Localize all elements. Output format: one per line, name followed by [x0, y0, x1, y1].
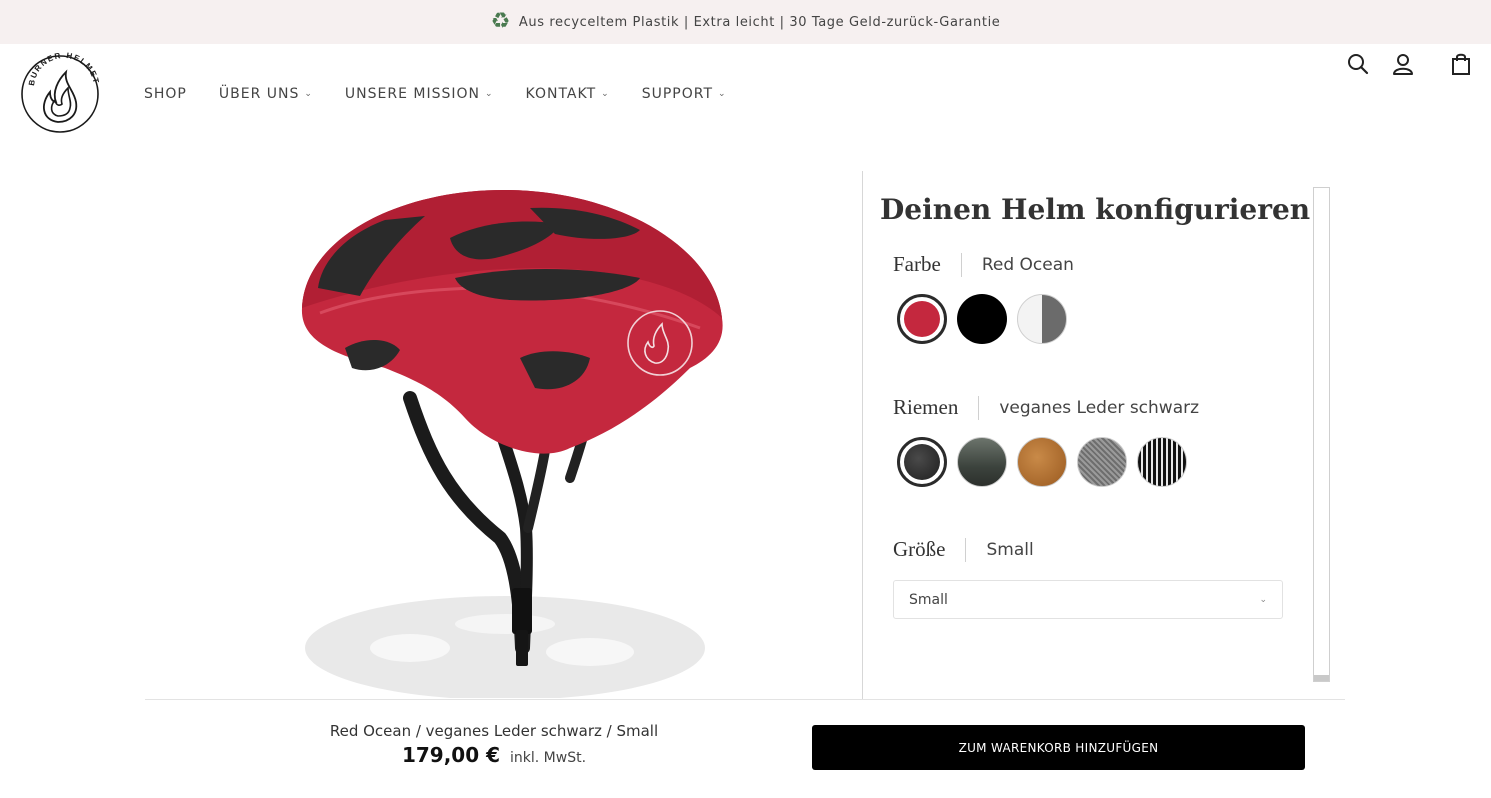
swatch-vegan-leather-black[interactable]: [897, 437, 947, 487]
recycle-icon: ♻: [490, 9, 511, 34]
color-option-header: Farbe Red Ocean: [893, 252, 1074, 277]
chevron-down-icon: ⌄: [718, 89, 727, 99]
nav-label: SUPPORT: [641, 86, 714, 102]
nav-item-shop[interactable]: SHOP: [144, 86, 187, 102]
swatch-black[interactable]: [957, 294, 1007, 344]
header-icons: [1346, 52, 1476, 78]
logo-text: BURNER HELMET: [27, 51, 99, 86]
swatch-cognac-leather[interactable]: [1017, 437, 1067, 487]
column-divider: [862, 171, 863, 699]
separator: [965, 537, 967, 562]
size-label: Größe: [893, 537, 946, 561]
search-icon[interactable]: [1346, 52, 1370, 80]
brand-logo[interactable]: BURNER HELMET: [20, 51, 104, 134]
size-select[interactable]: Small ⌄: [893, 580, 1283, 619]
nav-label: UNSERE MISSION: [344, 86, 480, 102]
separator: [978, 395, 980, 420]
svg-text:BURNER HELMET: BURNER HELMET: [27, 52, 101, 86]
main-nav: SHOP ÜBER UNS ⌄ UNSERE MISSION ⌄ KONTAKT…: [144, 86, 727, 102]
nav-label: ÜBER UNS: [218, 86, 300, 102]
add-to-cart-button[interactable]: ZUM WARENKORB HINZUFÜGEN: [812, 725, 1305, 770]
swatch-black-white-pattern[interactable]: [1137, 437, 1187, 487]
nav-item-kontakt[interactable]: KONTAKT ⌄: [526, 86, 610, 102]
strap-label: Riemen: [893, 395, 959, 419]
bottom-divider: [145, 699, 1345, 700]
color-selected-value: Red Ocean: [981, 254, 1074, 275]
strap-option-header: Riemen veganes Leder schwarz: [893, 395, 1199, 420]
color-label: Farbe: [893, 252, 941, 276]
announcement-text: Aus recyceltem Plastik | Extra leicht | …: [518, 14, 1001, 30]
chevron-down-icon: ⌄: [304, 89, 313, 99]
size-option-header: Größe Small: [893, 537, 1034, 562]
variant-summary: Red Ocean / veganes Leder schwarz / Smal…: [329, 722, 659, 740]
configurator-title: Deinen Helm konfigurieren: [880, 193, 1311, 226]
strap-selected-value: veganes Leder schwarz: [999, 397, 1200, 418]
product-image[interactable]: [290, 178, 740, 700]
swatch-grey-mesh[interactable]: [1077, 437, 1127, 487]
nav-item-ueber-uns[interactable]: ÜBER UNS ⌄: [219, 86, 313, 102]
configurator-scrollbar[interactable]: [1313, 187, 1330, 682]
nav-label: KONTAKT: [525, 86, 597, 102]
nav-label: SHOP: [144, 86, 187, 102]
swatch-red-ocean[interactable]: [897, 294, 947, 344]
chevron-down-icon: ⌄: [485, 89, 494, 99]
cart-bag-icon[interactable]: [1450, 52, 1472, 80]
swatch-dark-green-grey[interactable]: [957, 437, 1007, 487]
size-select-value: Small: [909, 591, 948, 608]
nav-item-unsere-mission[interactable]: UNSERE MISSION ⌄: [345, 86, 494, 102]
nav-item-support[interactable]: SUPPORT ⌄: [642, 86, 727, 102]
scrollbar-thumb[interactable]: [1314, 675, 1329, 681]
color-swatches: [897, 294, 1067, 344]
size-selected-value: Small: [986, 539, 1034, 560]
announcement-bar: ♻ Aus recyceltem Plastik | Extra leicht …: [0, 0, 1491, 44]
tax-note: inkl. MwSt.: [510, 750, 587, 766]
price: 179,00 €: [401, 743, 501, 767]
chevron-down-icon: ⌄: [601, 89, 610, 99]
price-row: 179,00 € inkl. MwSt.: [294, 743, 694, 767]
chevron-down-icon: ⌄: [1259, 594, 1267, 605]
swatch-white-grey[interactable]: [1017, 294, 1067, 344]
account-icon[interactable]: [1391, 52, 1415, 80]
strap-swatches: [897, 437, 1187, 487]
separator: [960, 252, 962, 277]
